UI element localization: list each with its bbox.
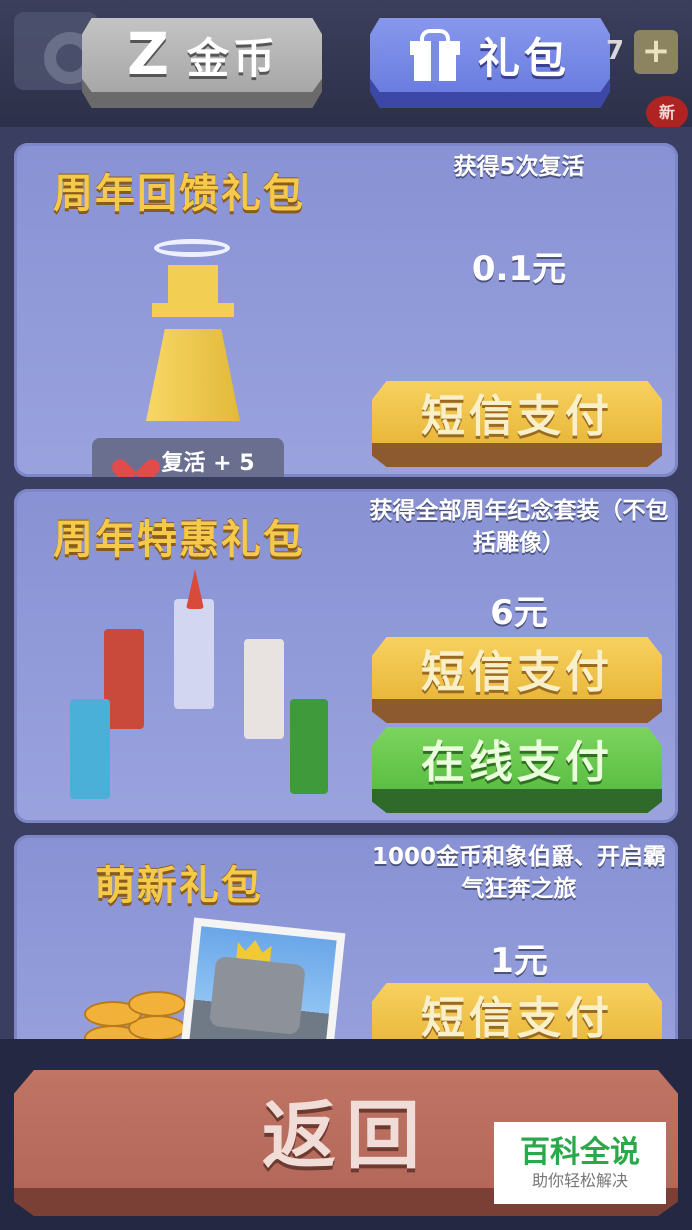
pack-card-anniversary-reward: 周年回馈礼包 复活 + 5 获得5次复活 0.1元 短信支付 — [14, 143, 678, 477]
pack-description: 获得全部周年纪念套装（不包括雕像） — [369, 498, 669, 556]
revive-badge: 复活 + 5 — [92, 438, 284, 477]
golden-statue-image — [124, 233, 264, 433]
top-bar: 金币 礼包 7 + 新 — [0, 0, 692, 130]
pack-card-newbie: 萌新礼包 1000金币和象伯爵、开启霸气狂奔之旅 1元 短信支付 — [14, 835, 678, 1039]
tab-coins[interactable]: 金币 — [82, 18, 322, 108]
pack-price: 1元 — [490, 941, 548, 981]
revive-badge-label: 复活 + 5 — [161, 451, 255, 476]
pack-title: 周年回馈礼包 — [53, 171, 305, 217]
pack-title: 周年特惠礼包 — [53, 517, 305, 563]
watermark: 百科全说 助你轻松解决 — [494, 1122, 666, 1204]
watermark-title: 百科全说 — [520, 1135, 640, 1170]
coin-count-partial: 7 — [606, 36, 625, 66]
watermark-subtitle: 助你轻松解决 — [531, 1171, 628, 1190]
pack-card-anniversary-special: 周年特惠礼包 获得全部周年纪念套装（不包括雕像） 6元 短信支付 在线支付 — [14, 489, 678, 823]
sms-pay-button[interactable]: 短信支付 — [372, 381, 662, 467]
elephant-count-photo — [178, 917, 346, 1039]
sms-pay-button[interactable]: 短信支付 — [372, 983, 662, 1039]
gift-pack-list[interactable]: 周年回馈礼包 复活 + 5 获得5次复活 0.1元 短信支付 周年特惠礼包 获得… — [0, 127, 692, 1039]
sms-pay-button[interactable]: 短信支付 — [372, 637, 662, 723]
pack-description: 1000金币和象伯爵、开启霸气狂奔之旅 — [371, 844, 666, 902]
coin-z-icon — [125, 20, 169, 88]
costume-characters-image — [54, 569, 354, 809]
heart-icon — [121, 447, 151, 475]
add-coins-button[interactable]: + — [634, 30, 678, 74]
tab-gifts-label: 礼包 — [477, 33, 570, 83]
pack-title: 萌新礼包 — [95, 863, 263, 909]
gift-icon — [409, 29, 460, 81]
online-pay-button[interactable]: 在线支付 — [372, 727, 662, 813]
pack-description: 获得5次复活 — [453, 154, 585, 180]
tab-coins-label: 金币 — [186, 33, 279, 83]
pack-price: 0.1元 — [471, 249, 567, 289]
pack-price: 6元 — [490, 593, 548, 633]
tab-gifts[interactable]: 礼包 — [370, 18, 610, 108]
new-badge: 新 — [646, 96, 688, 130]
